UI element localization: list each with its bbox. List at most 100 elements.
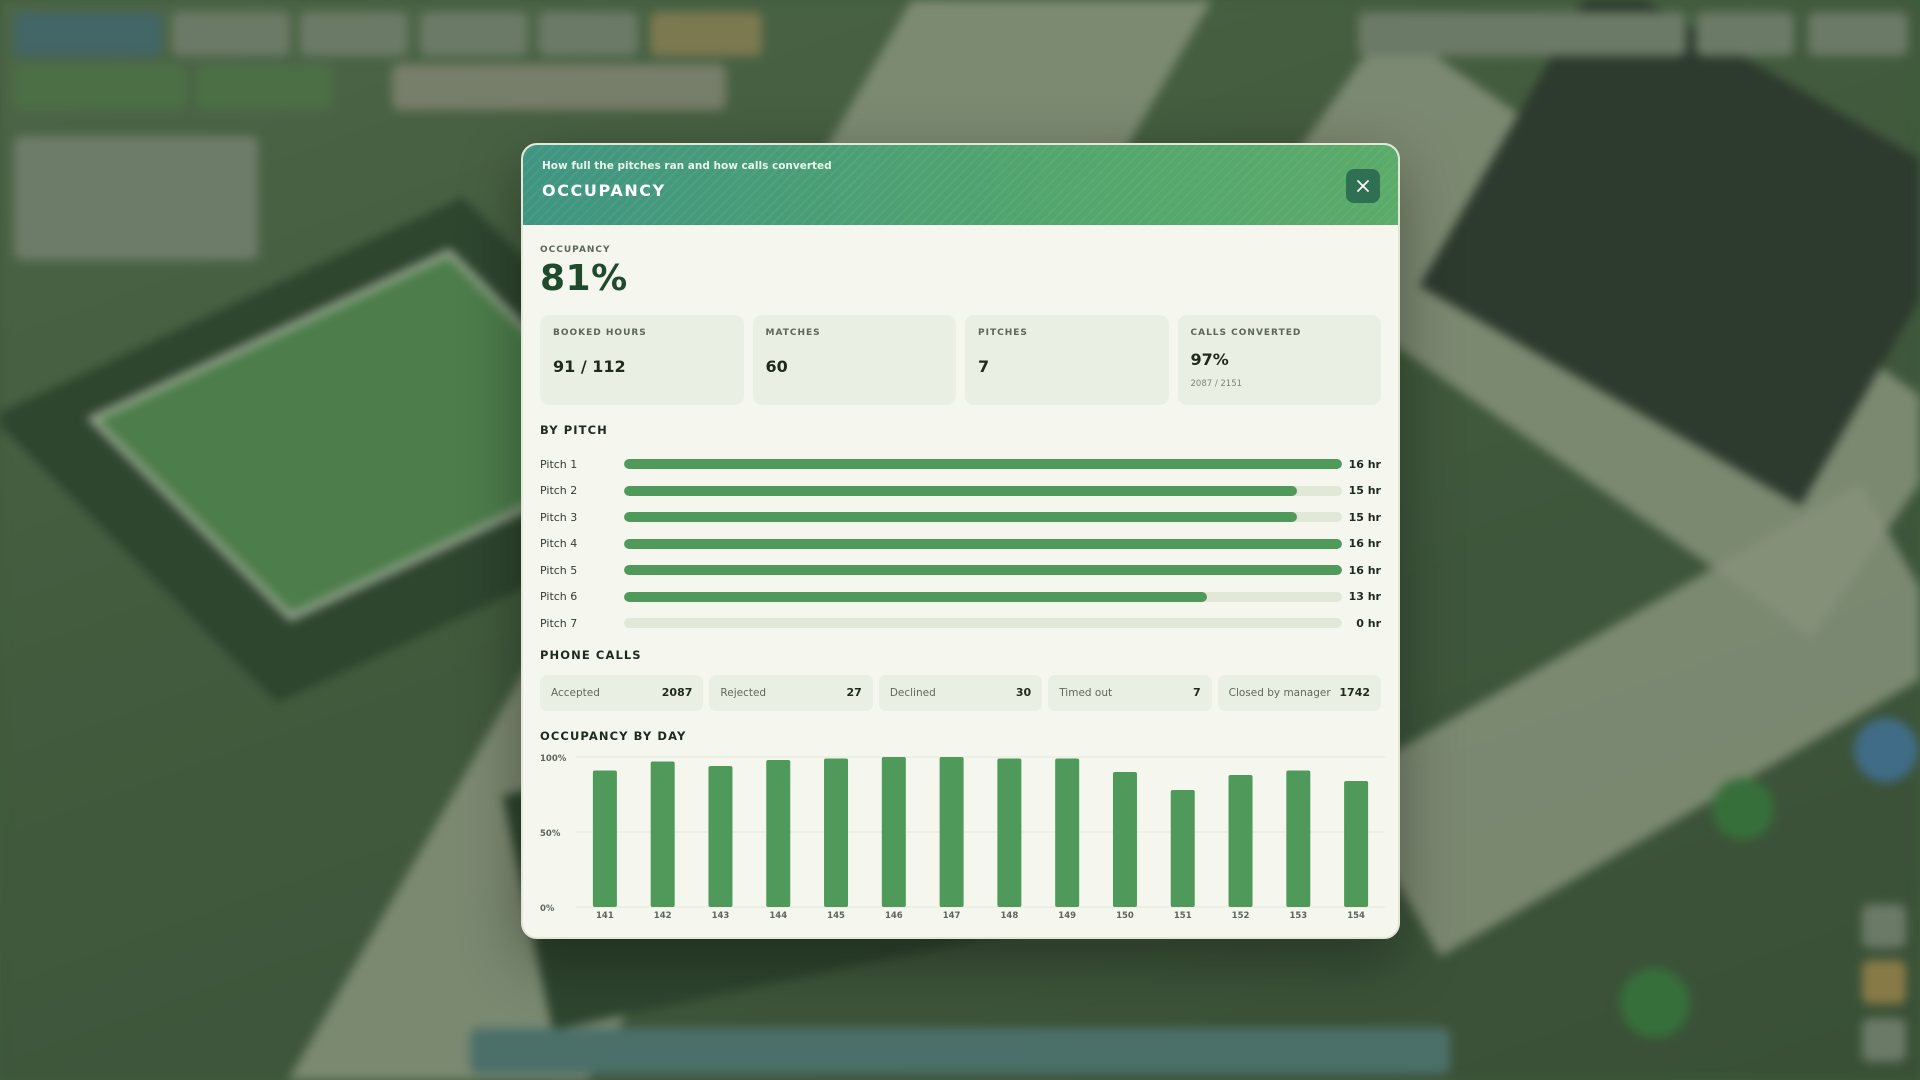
pitch-row: Pitch 4 16 hr [540,531,1381,558]
pitch-hours-bar-fill [624,512,1298,523]
pitch-hours: 15 hr [1348,510,1381,524]
occupancy-modal: How full the pitches ran and how calls c… [521,143,1400,939]
stat-subvalue: 2087 / 2151 [1190,379,1243,389]
stat-cards: BOOKED HOURS 91 / 112 MATCHES 60 PITCHES… [540,315,1381,405]
stat-label: CALLS CONVERTED [1190,328,1302,338]
call-stat-rejected: Rejected 27 [709,674,873,711]
call-value: 27 [846,686,862,699]
call-stat-timed-out: Timed out 7 [1048,674,1212,711]
pitch-hours: 16 hr [1348,537,1381,551]
occupancy-by-day-svg: 100% 50% 0% 141 142 143 144 145 146 147 148 149 150 1… [540,754,1385,919]
x-tick-label: 145 [827,911,845,919]
phone-call-stats: Accepted 2087 Rejected 27 Declined 30 Ti… [540,674,1382,711]
pitch-hours-bar-fill [624,591,1208,602]
day-bar [1228,774,1253,907]
call-value: 1742 [1339,686,1371,699]
call-stat-accepted: Accepted 2087 [540,674,704,711]
day-bar [766,759,791,907]
day-bar [1170,789,1195,907]
day-bar [592,770,617,907]
pitch-name: Pitch 2 [540,484,578,498]
stat-value: 97% [1190,350,1229,369]
pitch-name: Pitch 1 [540,457,578,471]
call-stat-closed-by-manager: Closed by manager 1742 [1217,674,1382,711]
pitch-name: Pitch 6 [540,590,578,604]
pitch-row: Pitch 6 13 hr [540,584,1381,611]
pitch-hours-bar [624,538,1342,549]
stat-label: PITCHES [978,328,1028,338]
day-bar [824,758,849,907]
by-pitch-title: BY PITCH [540,423,608,437]
x-tick-label: 143 [712,911,730,919]
pitch-hours: 13 hr [1348,590,1381,604]
pitch-hours: 16 hr [1348,563,1381,577]
y-tick-label: 50% [540,829,561,839]
x-tick-label: 146 [885,911,903,919]
x-tick-label: 151 [1174,911,1192,919]
pitch-name: Pitch 4 [540,537,578,551]
x-tick-label: 147 [943,911,961,919]
x-tick-label: 141 [596,911,614,919]
stat-card-booked-hours: BOOKED HOURS 91 / 112 [540,315,744,405]
occupancy-value: 81% [540,258,628,299]
pitch-hours: 0 hr [1356,616,1381,630]
pitch-row: Pitch 7 0 hr [540,610,1381,637]
y-tick-label: 0% [540,904,555,914]
close-icon [1357,180,1369,192]
day-bar [1344,780,1369,907]
call-value: 2087 [661,686,693,699]
stat-card-pitches: PITCHES 7 [965,315,1169,405]
call-label: Declined [889,686,936,699]
pitch-hours: 16 hr [1348,457,1381,471]
pitch-name: Pitch 7 [540,616,578,630]
stat-value: 60 [765,357,788,376]
close-button[interactable] [1346,169,1380,203]
day-bar [650,761,675,907]
stat-label: BOOKED HOURS [553,328,647,338]
x-tick-label: 149 [1058,911,1076,919]
pitch-hours-bar [624,512,1342,523]
x-tick-label: 153 [1289,911,1307,919]
pitch-hours-bar-fill [624,538,1342,549]
pitch-hours-bar [624,591,1342,602]
pitch-hours: 15 hr [1348,484,1381,498]
x-tick-label: 150 [1116,911,1134,919]
call-label: Timed out [1059,686,1113,699]
day-bar [997,758,1022,907]
pitch-hours-bar-fill [624,459,1342,470]
phone-calls-title: PHONE CALLS [540,647,642,662]
call-value: 30 [1015,686,1032,699]
pitch-row: Pitch 2 15 hr [540,478,1381,505]
pitch-row: Pitch 5 16 hr [540,557,1381,584]
pitch-row: Pitch 3 15 hr [540,504,1381,531]
call-label: Accepted [551,686,600,699]
pitch-hours-bar [624,459,1342,470]
stat-value: 7 [978,357,990,376]
pitch-row: Pitch 1 16 hr [540,451,1381,478]
pitch-name: Pitch 3 [540,510,578,524]
pitch-list: Pitch 1 16 hr Pitch 2 15 hr Pitch 3 15 hr Pitc… [540,451,1381,637]
x-tick-label: 142 [654,911,672,919]
day-bar [1112,771,1137,907]
day-bar [881,756,906,907]
pitch-hours-bar [624,485,1342,496]
y-tick-label: 100% [540,754,567,764]
x-tick-label: 152 [1232,911,1250,919]
day-bar [1055,758,1080,907]
pitch-hours-bar-fill [624,565,1342,576]
occupancy-by-day-chart: 100% 50% 0% 141 142 143 144 145 146 147 148 149 150 1… [540,749,1385,919]
pitch-name: Pitch 5 [540,563,578,577]
x-tick-label: 154 [1347,911,1365,919]
day-bar [939,756,964,907]
call-label: Closed by manager [1228,686,1331,699]
x-tick-label: 144 [769,911,787,919]
call-stat-declined: Declined 30 [878,674,1043,711]
modal-header: How full the pitches ran and how calls c… [523,145,1398,225]
modal-subtitle: How full the pitches ran and how calls c… [542,160,832,172]
pitch-hours-bar [624,618,1342,629]
stat-label: MATCHES [765,328,821,338]
call-label: Rejected [720,686,767,699]
stat-card-matches: MATCHES 60 [752,315,956,405]
stat-card-calls-converted: CALLS CONVERTED 97% 2087 / 2151 [1177,315,1381,405]
pitch-hours-bar-fill [624,485,1298,496]
